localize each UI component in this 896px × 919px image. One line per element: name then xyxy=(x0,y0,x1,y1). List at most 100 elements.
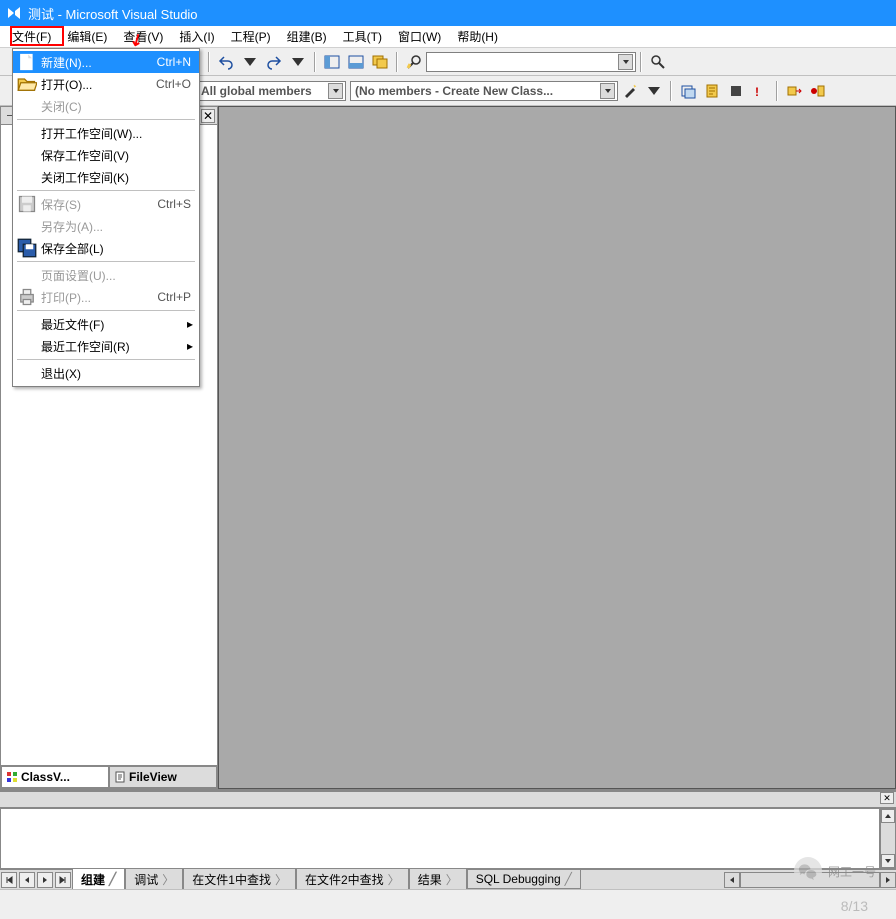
menu-item-saveall[interactable]: 保存全部(L) xyxy=(13,237,199,259)
menu-item-save-workspace[interactable]: 保存工作空间(V) xyxy=(13,144,199,166)
output-pane: ✕ 组建╱ 调试〉 在文件1中查找〉 在文件2中查找〉 结果〉 SQL Debu… xyxy=(0,789,896,889)
tab-fileview[interactable]: FileView xyxy=(109,766,217,788)
scroll-left-icon[interactable] xyxy=(724,872,740,888)
menu-item-label: 打印(P)... xyxy=(37,289,157,306)
menu-item-recent-workspaces[interactable]: 最近工作空间(R) ▸ xyxy=(13,335,199,357)
class-combo[interactable]: (No members - Create New Class... xyxy=(350,81,618,101)
tab-label: 在文件1中查找 xyxy=(192,871,271,888)
output-tab-build[interactable]: 组建╱ xyxy=(72,869,125,891)
tab-nav-next[interactable] xyxy=(37,872,53,888)
stop-build-button[interactable] xyxy=(725,80,747,102)
output-tab-find2[interactable]: 在文件2中查找〉 xyxy=(296,869,409,891)
undo-dropdown[interactable] xyxy=(239,51,261,73)
output-tab-results[interactable]: 结果〉 xyxy=(409,869,467,891)
menu-item-close-workspace[interactable]: 关闭工作空间(K) xyxy=(13,166,199,188)
menu-separator xyxy=(17,190,195,191)
dropdown-icon[interactable] xyxy=(600,83,615,99)
editor-area[interactable] xyxy=(218,106,896,789)
menu-build[interactable]: 组建(B) xyxy=(279,26,335,47)
redo-button[interactable] xyxy=(263,51,285,73)
new-file-icon xyxy=(17,54,37,70)
window-title: 测试 - Microsoft Visual Studio xyxy=(28,4,198,23)
menu-item-exit[interactable]: 退出(X) xyxy=(13,362,199,384)
output-button[interactable] xyxy=(345,51,367,73)
wand-dropdown[interactable] xyxy=(643,80,665,102)
breakpoint-button[interactable] xyxy=(807,80,829,102)
find-in-files-button[interactable] xyxy=(647,51,669,73)
tab-label: 在文件2中查找 xyxy=(305,871,384,888)
menu-item-saveas[interactable]: 另存为(A)... xyxy=(13,215,199,237)
menu-item-label: 保存(S) xyxy=(37,196,157,213)
toolbar-separator xyxy=(776,81,778,101)
menu-edit[interactable]: 编辑(E) xyxy=(59,26,115,47)
vs-logo-icon xyxy=(6,5,22,21)
window-titlebar: 测试 - Microsoft Visual Studio xyxy=(0,0,896,26)
tab-classview[interactable]: ClassV... xyxy=(1,766,109,788)
menu-project[interactable]: 工程(P) xyxy=(223,26,279,47)
menu-insert[interactable]: 插入(I) xyxy=(171,26,222,47)
tab-label: FileView xyxy=(129,770,177,784)
wand-button[interactable] xyxy=(619,80,641,102)
toolbar-separator xyxy=(640,52,642,72)
menu-item-open[interactable]: 打开(O)... Ctrl+O xyxy=(13,73,199,95)
pane-tabs: ClassV... FileView xyxy=(1,765,217,788)
dropdown-icon[interactable] xyxy=(328,83,343,99)
menu-window[interactable]: 窗口(W) xyxy=(390,26,449,47)
menu-item-print[interactable]: 打印(P)... Ctrl+P xyxy=(13,286,199,308)
menu-item-label: 最近工作空间(R) xyxy=(37,338,191,355)
toolbar-separator xyxy=(208,52,210,72)
find-button[interactable] xyxy=(403,51,425,73)
tab-nav-last[interactable] xyxy=(55,872,71,888)
menu-item-label: 另存为(A)... xyxy=(37,218,191,235)
tab-label: SQL Debugging xyxy=(476,872,561,886)
scroll-up-icon[interactable] xyxy=(881,809,895,823)
compile-button[interactable] xyxy=(701,80,723,102)
menu-item-label: 关闭(C) xyxy=(37,98,191,115)
menu-item-shortcut: Ctrl+P xyxy=(157,290,191,304)
go-button[interactable] xyxy=(783,80,805,102)
pane-close-button[interactable]: ✕ xyxy=(201,109,215,123)
menu-item-new[interactable]: 新建(N)... Ctrl+N xyxy=(13,51,199,73)
build-button[interactable] xyxy=(677,80,699,102)
vertical-scrollbar[interactable] xyxy=(880,808,896,869)
scroll-down-icon[interactable] xyxy=(881,854,895,868)
dropdown-icon[interactable] xyxy=(618,54,633,70)
menu-separator xyxy=(17,261,195,262)
menu-item-save[interactable]: 保存(S) Ctrl+S xyxy=(13,193,199,215)
watermark-text: 网工一号 xyxy=(828,863,876,880)
submenu-arrow-icon: ▸ xyxy=(187,317,193,331)
members-combo[interactable]: All global members xyxy=(196,81,346,101)
find-combo[interactable] xyxy=(426,52,636,72)
tab-label: 结果 xyxy=(418,871,442,888)
menu-item-open-workspace[interactable]: 打开工作空间(W)... xyxy=(13,122,199,144)
class-combo-text: (No members - Create New Class... xyxy=(355,84,553,98)
output-tab-debug[interactable]: 调试〉 xyxy=(125,869,183,891)
undo-button[interactable] xyxy=(215,51,237,73)
page-counter: 8/13 xyxy=(841,898,868,914)
submenu-arrow-icon: ▸ xyxy=(187,339,193,353)
output-tabs: 组建╱ 调试〉 在文件1中查找〉 在文件2中查找〉 结果〉 SQL Debugg… xyxy=(0,869,896,889)
output-tab-sql[interactable]: SQL Debugging╱ xyxy=(467,870,581,889)
redo-dropdown[interactable] xyxy=(287,51,309,73)
tab-label: ClassV... xyxy=(21,770,70,784)
tab-nav-prev[interactable] xyxy=(19,872,35,888)
window-list-button[interactable] xyxy=(369,51,391,73)
menu-item-pagesetup[interactable]: 页面设置(U)... xyxy=(13,264,199,286)
menu-view[interactable]: 查看(V) xyxy=(115,26,171,47)
menu-tools[interactable]: 工具(T) xyxy=(335,26,390,47)
output-content[interactable] xyxy=(0,808,880,869)
scroll-right-icon[interactable] xyxy=(880,872,896,888)
file-menu-dropdown: 新建(N)... Ctrl+N 打开(O)... Ctrl+O 关闭(C) 打开… xyxy=(12,48,200,387)
menu-item-recent-files[interactable]: 最近文件(F) ▸ xyxy=(13,313,199,335)
menu-item-label: 新建(N)... xyxy=(37,54,157,71)
workspace-button[interactable] xyxy=(321,51,343,73)
menu-help[interactable]: 帮助(H) xyxy=(449,26,506,47)
tab-label: 组建 xyxy=(81,871,105,888)
execute-button[interactable]: ! xyxy=(749,80,771,102)
menu-item-close[interactable]: 关闭(C) xyxy=(13,95,199,117)
output-close-button[interactable]: ✕ xyxy=(880,792,894,804)
menu-file[interactable]: 文件(F) xyxy=(4,26,59,47)
output-tab-find1[interactable]: 在文件1中查找〉 xyxy=(183,869,296,891)
tab-nav-first[interactable] xyxy=(1,872,17,888)
fileview-icon xyxy=(114,771,126,783)
